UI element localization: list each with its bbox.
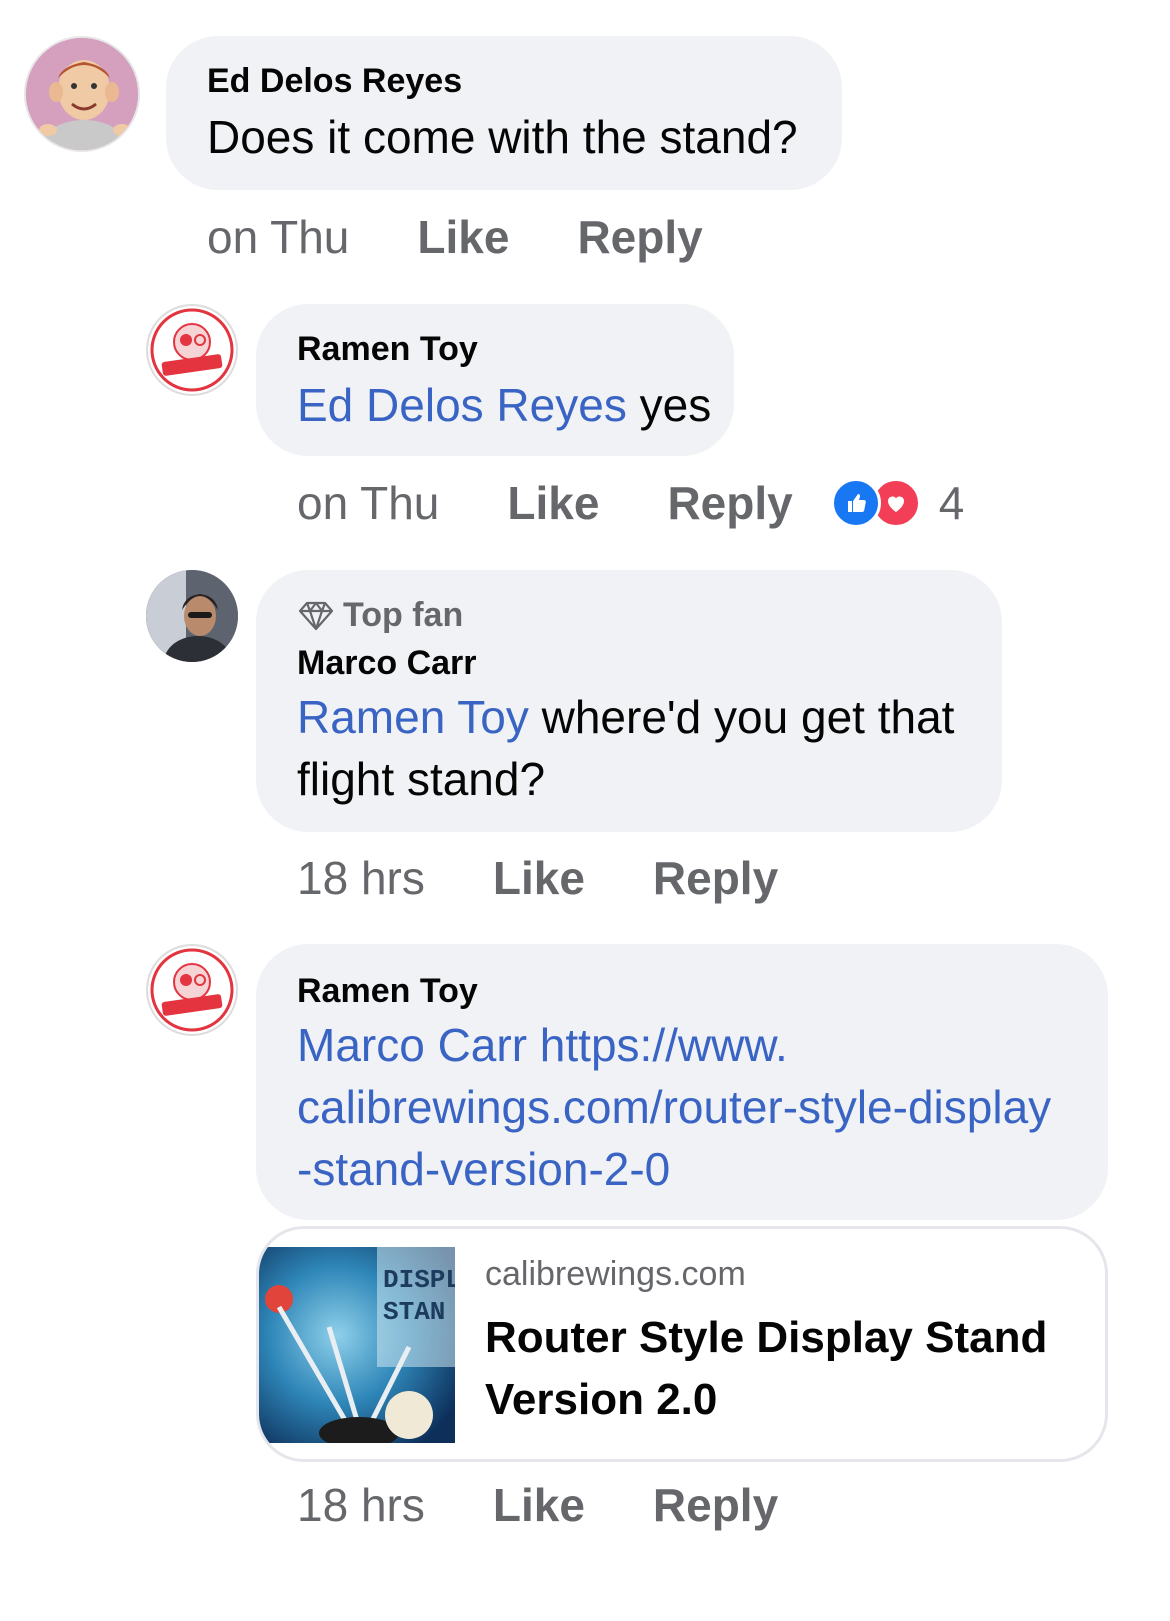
- url-link-part-1[interactable]: https://www.: [527, 1019, 788, 1071]
- comment-timestamp[interactable]: on Thu: [297, 476, 439, 530]
- link-preview-title[interactable]: Router Style Display Stand Version 2.0: [485, 1307, 1085, 1431]
- avatar-ramen-toy[interactable]: [146, 304, 238, 396]
- comment-text: Marco Carr https://www. calibrewings.com…: [297, 1014, 1097, 1200]
- comment-bubble: Ramen Toy Marco Carr https://www. calibr…: [256, 944, 1108, 1220]
- comment-timestamp[interactable]: on Thu: [207, 210, 349, 264]
- comment-actions: on Thu Like Reply: [207, 210, 771, 264]
- reaction-count: 4: [938, 477, 965, 529]
- comment-bubble: Top fan Marco Carr Ramen Toy where'd you…: [256, 570, 1002, 832]
- like-button[interactable]: Like: [493, 851, 585, 905]
- reply-button[interactable]: Reply: [653, 1478, 778, 1532]
- mention-link[interactable]: Ramen Toy: [297, 691, 529, 743]
- comment-text: Ramen Toy where'd you get that flight st…: [297, 686, 977, 810]
- like-button[interactable]: Like: [507, 476, 599, 530]
- avatar-marco-carr[interactable]: [146, 570, 238, 662]
- comment-author[interactable]: Ed Delos Reyes: [207, 62, 462, 101]
- comment-timestamp[interactable]: 18 hrs: [297, 851, 425, 905]
- like-reaction-icon: [830, 478, 881, 528]
- comment-bubble: Ramen Toy Ed Delos Reyes yes: [256, 304, 734, 456]
- comment-actions: on Thu Like Reply 4: [297, 476, 964, 530]
- reactions-summary[interactable]: 4: [830, 476, 965, 530]
- avatar-ed-delos-reyes[interactable]: [24, 36, 140, 152]
- mention-link[interactable]: Ed Delos Reyes: [297, 379, 627, 431]
- url-link-part-3[interactable]: -stand-version-2-0: [297, 1138, 1097, 1200]
- diamond-icon: [298, 601, 334, 630]
- link-preview-card[interactable]: DISPL STAN calibrewings.com Router Style…: [256, 1226, 1108, 1462]
- comment-actions: 18 hrs Like Reply: [297, 1478, 846, 1532]
- comment-text: Does it come with the stand?: [207, 111, 798, 163]
- avatar-ramen-toy[interactable]: [146, 944, 238, 1036]
- ramen-toy-logo-icon: [150, 308, 234, 392]
- comment-author[interactable]: Marco Carr: [297, 644, 477, 683]
- comment-text: Ed Delos Reyes yes: [297, 374, 711, 436]
- comment-author[interactable]: Ramen Toy: [297, 330, 478, 369]
- url-link-part-2[interactable]: calibrewings.com/router-style-display: [297, 1076, 1097, 1138]
- top-fan-label: Top fan: [343, 596, 464, 634]
- like-button[interactable]: Like: [417, 210, 509, 264]
- mention-link[interactable]: Marco Carr: [297, 1019, 527, 1071]
- link-preview-domain: calibrewings.com: [485, 1255, 746, 1293]
- comment-actions: 18 hrs Like Reply: [297, 851, 846, 905]
- reply-button[interactable]: Reply: [667, 476, 792, 530]
- comment-timestamp[interactable]: 18 hrs: [297, 1478, 425, 1532]
- link-preview-thumbnail: DISPL STAN: [259, 1247, 455, 1443]
- user-photo-image: [146, 570, 238, 662]
- like-button[interactable]: Like: [493, 1478, 585, 1532]
- display-stand-image: DISPL STAN: [259, 1247, 455, 1443]
- svg-text:DISPL: DISPL: [383, 1265, 455, 1295]
- cartoon-face-image: [26, 38, 138, 150]
- ramen-toy-logo-icon: [150, 948, 234, 1032]
- comment-text-body: yes: [626, 379, 712, 431]
- top-fan-badge: Top fan: [297, 596, 463, 635]
- reply-button[interactable]: Reply: [577, 210, 702, 264]
- svg-text:STAN: STAN: [383, 1297, 445, 1327]
- comment-bubble: Ed Delos Reyes Does it come with the sta…: [166, 36, 842, 190]
- reply-button[interactable]: Reply: [653, 851, 778, 905]
- comment-author[interactable]: Ramen Toy: [297, 972, 478, 1011]
